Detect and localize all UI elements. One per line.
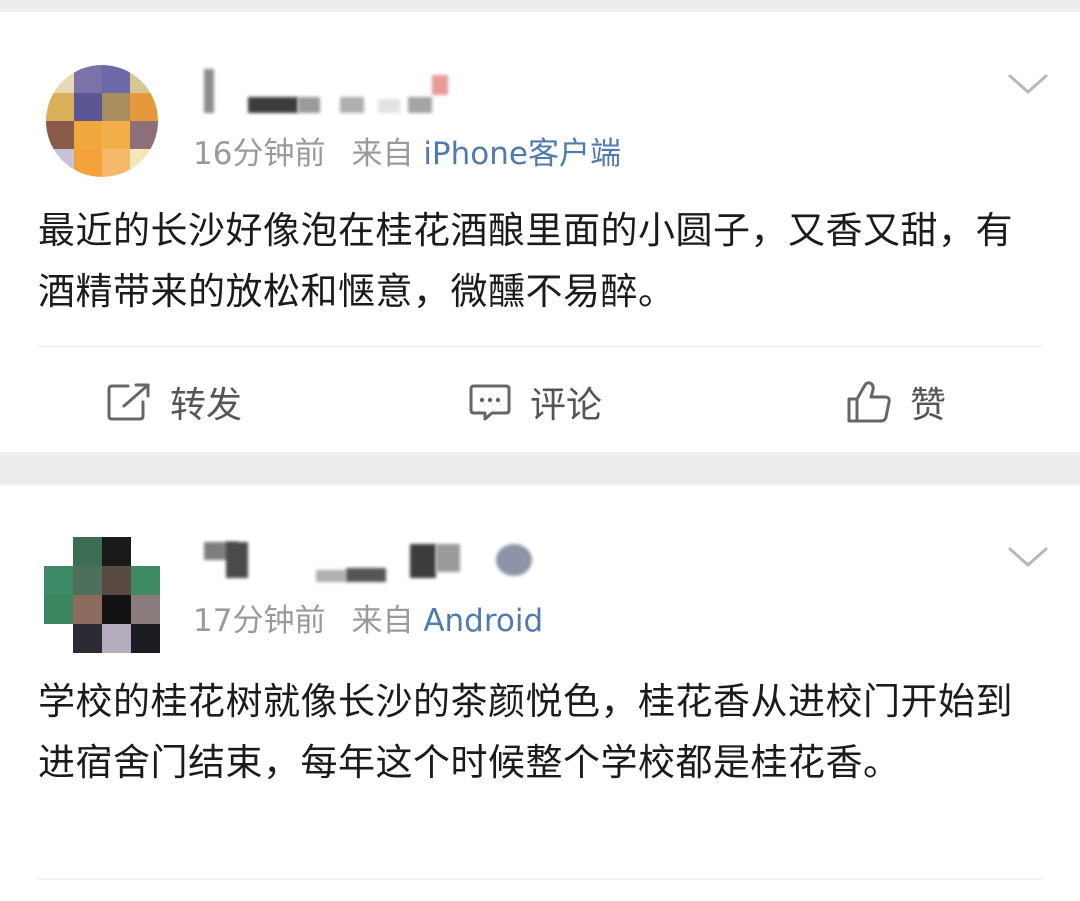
chevron-down-icon[interactable]	[1006, 70, 1050, 98]
chevron-down-icon[interactable]	[1006, 543, 1050, 571]
post-time: 17分钟前	[193, 603, 326, 639]
thumbs-up-icon	[847, 381, 891, 423]
post-time: 16分钟前	[193, 136, 326, 172]
action-bar: 转发 评论 赞	[0, 367, 1080, 437]
comment-icon	[469, 384, 511, 421]
divider	[38, 879, 1042, 880]
username-blurred[interactable]	[200, 67, 460, 117]
post-meta: 16分钟前 来自 iPhone客户端	[193, 128, 621, 173]
repost-icon	[107, 383, 150, 421]
post-text: 最近的长沙好像泡在桂花酒酿里面的小圆子，又香又甜，有酒精带来的放松和惬意，微醺不…	[38, 209, 1013, 313]
post-meta: 17分钟前 来自 Android	[193, 595, 543, 640]
source-link[interactable]: Android	[423, 603, 543, 639]
post-text: 学校的桂花树就像长沙的茶颜悦色，桂花香从进校门开始到进宿舍门结束，每年这个时候整…	[38, 680, 1013, 784]
like-label: 赞	[910, 385, 947, 426]
avatar[interactable]	[44, 537, 160, 653]
username-blurred[interactable]	[200, 540, 532, 590]
like-button[interactable]: 赞	[846, 367, 946, 437]
repost-button[interactable]: 转发	[106, 367, 242, 437]
top-strip	[0, 0, 1080, 12]
comment-button[interactable]: 评论	[468, 367, 602, 437]
source-link[interactable]: iPhone客户端	[423, 136, 621, 172]
post-card: 16分钟前 来自 iPhone客户端 最近的长沙好像泡在桂花酒酿里面的小圆子，又香…	[0, 12, 1080, 452]
comment-label: 评论	[530, 385, 603, 426]
avatar[interactable]	[46, 65, 158, 177]
divider	[38, 346, 1042, 347]
source-prefix: 来自	[351, 603, 414, 639]
source-prefix: 来自	[351, 136, 414, 172]
repost-label: 转发	[170, 385, 243, 426]
post-card: 17分钟前 来自 Android 学校的桂花树就像长沙的茶颜悦色，桂花香从进校门开…	[0, 485, 1080, 901]
card-separator	[0, 452, 1080, 485]
